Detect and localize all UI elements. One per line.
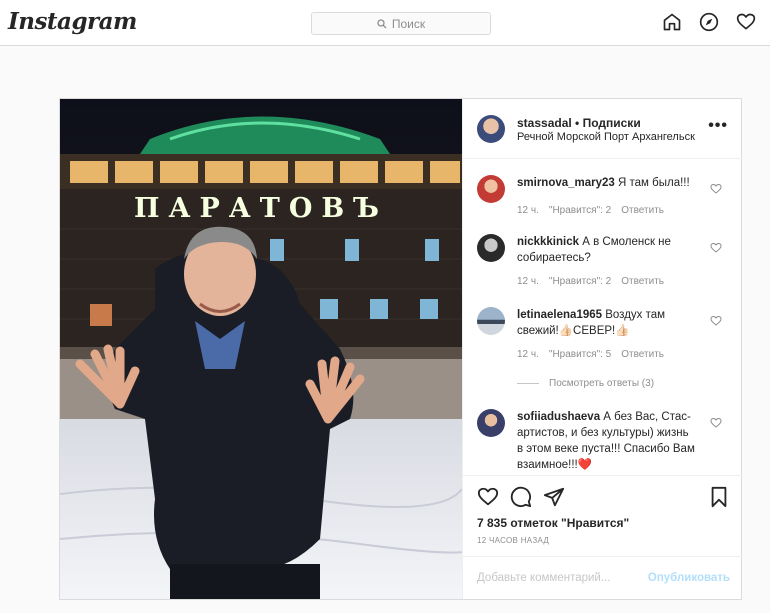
reply-button[interactable]: Ответить	[621, 205, 664, 216]
commenter-username[interactable]: smirnova_mary23	[517, 177, 615, 189]
search-icon	[377, 18, 387, 28]
comment-time[interactable]: 12 ч.	[517, 349, 539, 360]
like-heart-icon[interactable]	[477, 486, 499, 508]
post-photo[interactable]: ПАРАТОВЪ	[60, 99, 462, 599]
comment-like-heart-icon[interactable]	[710, 242, 722, 254]
comment-time[interactable]: 12 ч.	[517, 205, 539, 216]
post-timestamp[interactable]: 12 часов назад	[477, 536, 549, 545]
home-icon[interactable]	[662, 12, 682, 32]
reply-button[interactable]: Ответить	[621, 349, 664, 360]
top-navigation-bar: Instagram Поиск	[0, 0, 770, 46]
author-username[interactable]: stassadal	[517, 116, 572, 130]
comment-likes[interactable]: "Нравится": 5	[549, 349, 611, 360]
comments-list[interactable]: smirnova_mary23 Я там была!!! 12 ч. "Нра…	[463, 159, 742, 475]
comment-like-heart-icon[interactable]	[710, 315, 722, 327]
replies-divider-line	[517, 383, 539, 384]
comment-like-heart-icon[interactable]	[710, 183, 722, 195]
more-options-icon[interactable]: •••	[708, 117, 728, 135]
post-actions: 7 835 отметок "Нравится" 12 часов назад …	[463, 475, 742, 599]
comment-time[interactable]: 12 ч.	[517, 276, 539, 287]
commenter-avatar[interactable]	[477, 175, 505, 203]
likes-count[interactable]: 7 835 отметок "Нравится"	[477, 516, 629, 530]
view-replies-button[interactable]: Посмотреть ответы (3)	[517, 378, 654, 389]
view-replies-label: Посмотреть ответы (3)	[549, 378, 655, 389]
search-placeholder: Поиск	[391, 16, 426, 31]
comment-bubble-icon[interactable]	[510, 486, 532, 508]
share-paper-plane-icon[interactable]	[543, 486, 565, 508]
activity-heart-icon[interactable]	[736, 12, 756, 32]
photo-sign-text: ПАРАТОВЪ	[134, 193, 388, 224]
comment-text: Я там была!!!	[618, 177, 690, 189]
commenter-username[interactable]: sofiiadushaeva	[517, 411, 600, 423]
explore-icon[interactable]	[699, 12, 719, 32]
publish-button[interactable]: Опубликовать	[648, 572, 730, 584]
commenter-avatar[interactable]	[477, 307, 505, 335]
instagram-logo[interactable]: Instagram	[8, 8, 137, 35]
save-bookmark-icon[interactable]	[708, 486, 730, 508]
follow-status-button[interactable]: Подписки	[583, 116, 641, 130]
post-location[interactable]: Речной Морской Порт Архангельск	[517, 131, 695, 143]
separator-dot: •	[575, 116, 583, 130]
add-comment-form: Добавьте комментарий... Опубликовать	[463, 556, 742, 600]
comment-input[interactable]: Добавьте комментарий...	[477, 572, 610, 584]
commenter-avatar[interactable]	[477, 234, 505, 262]
author-avatar[interactable]	[477, 115, 505, 143]
commenter-username[interactable]: nickkkinick	[517, 236, 579, 248]
comment-likes[interactable]: "Нравится": 2	[549, 205, 611, 216]
commenter-avatar[interactable]	[477, 409, 505, 437]
post-header: stassadal • Подписки Речной Морской Порт…	[463, 99, 742, 159]
post-sidebar: stassadal • Подписки Речной Морской Порт…	[462, 99, 742, 599]
reply-button[interactable]: Ответить	[621, 276, 664, 287]
comment-like-heart-icon[interactable]	[710, 417, 722, 429]
commenter-username[interactable]: letinaelena1965	[517, 309, 602, 321]
comment-likes[interactable]: "Нравится": 2	[549, 276, 611, 287]
post-card: ПАРАТОВЪ stassadal • Подписки Речной Мор…	[59, 98, 742, 600]
search-input[interactable]: Поиск	[311, 12, 491, 35]
